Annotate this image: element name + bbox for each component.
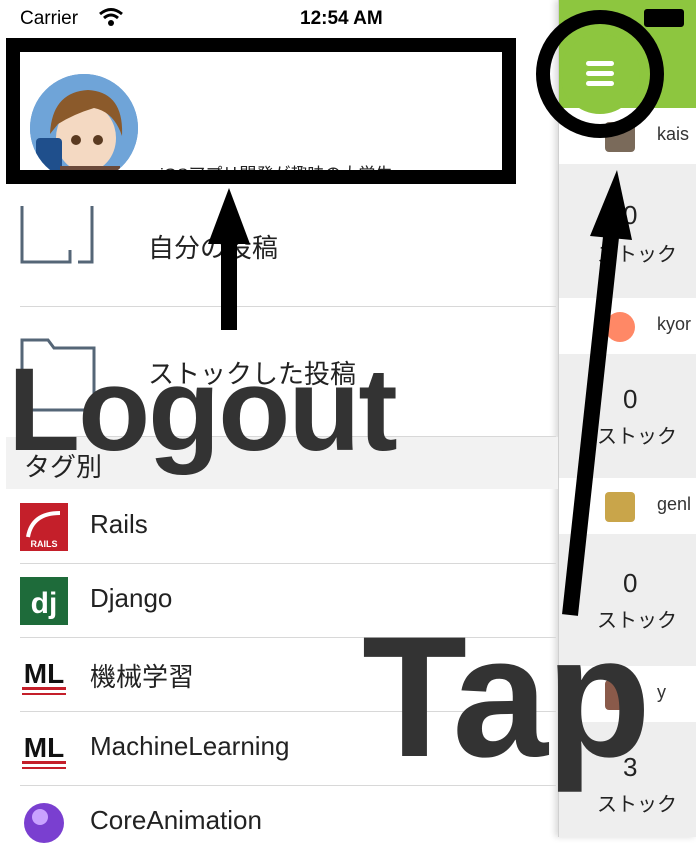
tap-annotation: Tap xyxy=(362,601,651,793)
tap-arrow-icon xyxy=(562,170,632,616)
logout-annotation: Logout xyxy=(8,344,398,476)
logout-arrow-icon xyxy=(208,188,250,330)
